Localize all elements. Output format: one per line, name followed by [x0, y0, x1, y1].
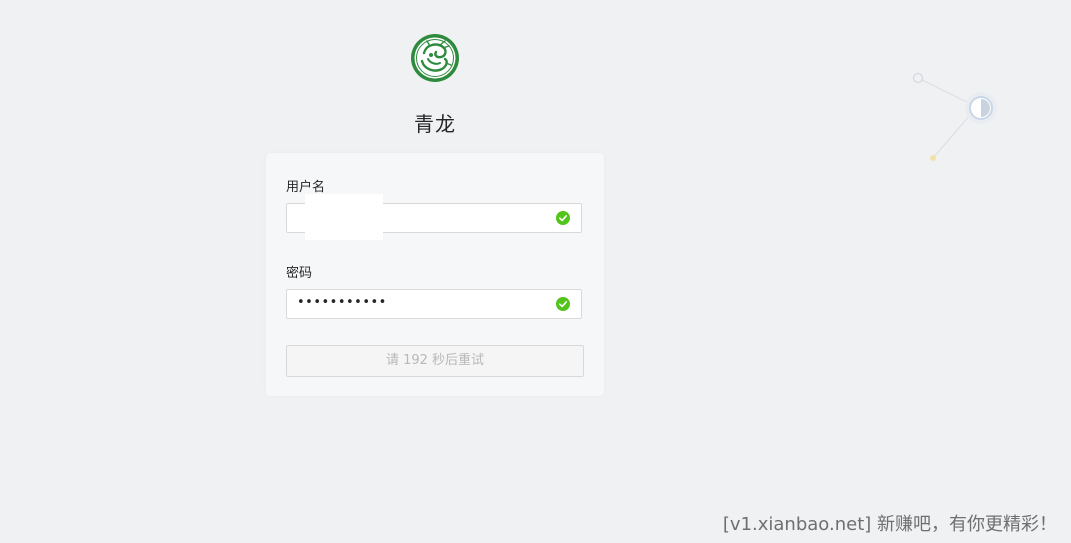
- check-circle-icon: [556, 297, 570, 311]
- watermark-text: [v1.xianbao.net] 新赚吧，有你更精彩！: [722, 514, 1057, 535]
- check-circle-icon: [556, 211, 570, 225]
- password-label: 密码: [286, 266, 313, 281]
- redacted-username-overlay: [305, 194, 383, 240]
- password-input[interactable]: •••••••••••: [286, 289, 582, 319]
- password-value: •••••••••••: [297, 295, 387, 310]
- app-title: 青龙: [414, 112, 456, 136]
- login-button[interactable]: 请 192 秒后重试: [286, 345, 584, 377]
- decorative-nodes-graphic: [912, 72, 997, 161]
- qinglong-logo: [411, 34, 459, 82]
- username-input[interactable]: [286, 194, 582, 240]
- login-card: 用户名 密码 ••••••••••• 请 192 秒后重试: [266, 153, 604, 396]
- username-label: 用户名: [286, 180, 326, 195]
